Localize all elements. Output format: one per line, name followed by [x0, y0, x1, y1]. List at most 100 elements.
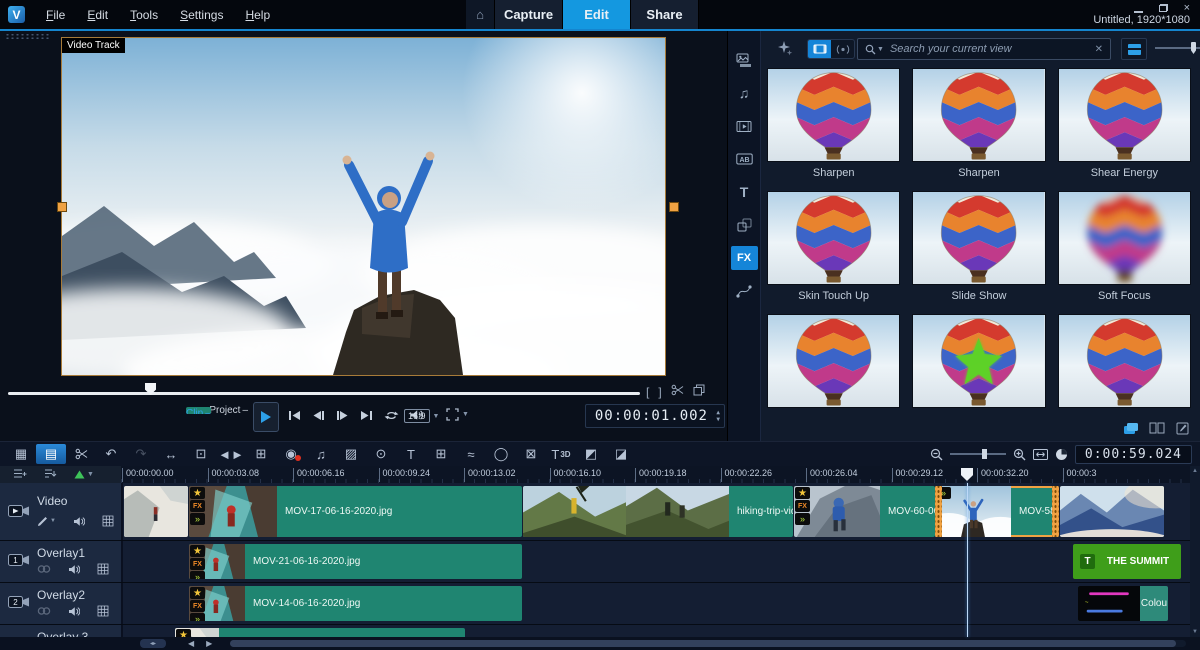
repeat-button[interactable]: [384, 410, 399, 421]
clip-mov-14-06-16-2020-jpg[interactable]: ★FX»MOV-14-06-16-2020.jpg: [189, 586, 522, 621]
edit-pencil-icon[interactable]: ▼: [37, 516, 56, 527]
hscroll-thumb[interactable]: [230, 640, 1176, 647]
track-lane-overlay-3[interactable]: ★: [123, 625, 1190, 637]
effect-item-8[interactable]: [1058, 314, 1191, 410]
effect-sharpen[interactable]: Sharpen: [767, 68, 900, 183]
mute-speaker-icon[interactable]: [68, 564, 80, 575]
clip-bluemist[interactable]: [1060, 486, 1164, 537]
split-clip-button[interactable]: ◄►: [216, 444, 246, 464]
ripple-edit-button[interactable]: ↔: [156, 444, 186, 464]
track-header-video[interactable]: Video▼: [0, 483, 123, 540]
clip-colou[interactable]: ~Colou: [1078, 586, 1168, 621]
clear-search-icon[interactable]: ✕: [1095, 44, 1103, 55]
scroll-left-icon[interactable]: ◀: [188, 639, 194, 648]
clip-mode-button[interactable]: Clip: [186, 407, 211, 414]
mask-creator-button[interactable]: ◩: [576, 444, 606, 464]
library-category-overlay-icon[interactable]: [731, 213, 758, 237]
title-options-button[interactable]: T: [396, 444, 426, 464]
jump-end-button[interactable]: [360, 410, 373, 421]
effect-sharpen[interactable]: Sharpen: [912, 68, 1045, 183]
motion-tracking-button[interactable]: ⊙: [366, 444, 396, 464]
playhead-line[interactable]: [967, 483, 968, 637]
minimize-icon[interactable]: [1134, 3, 1143, 13]
effect-item-7[interactable]: [912, 314, 1045, 410]
effect-slide-show[interactable]: Slide Show: [912, 191, 1045, 306]
track-header-overlay2[interactable]: 2Overlay2: [0, 583, 123, 624]
smart-effect-icon[interactable]: [777, 40, 793, 61]
clip-mov-21-06-16-2020-jpg[interactable]: ★FX»MOV-21-06-16-2020.jpg: [189, 544, 522, 579]
subtitle-editor-button[interactable]: ▨: [336, 444, 366, 464]
pan-zoom-button[interactable]: ⊡: [186, 444, 216, 464]
mute-speaker-icon[interactable]: [73, 516, 85, 527]
hscroll-track[interactable]: [230, 640, 1186, 647]
track-lane-video[interactable]: ★FX»MOV-17-06-16-2020.jpghiking-trip-vid…: [123, 483, 1190, 540]
menu-file[interactable]: File: [35, 3, 76, 27]
library-category-fx-icon[interactable]: FX: [731, 246, 758, 270]
storyboard-view-button[interactable]: ▦: [6, 444, 36, 464]
library-category-instant-project-icon[interactable]: [731, 114, 758, 138]
multicam-grid-button[interactable]: ⊞: [426, 444, 456, 464]
timecode-stepper[interactable]: ▲▼: [716, 409, 721, 423]
mute-speaker-icon[interactable]: [68, 606, 80, 617]
enlarge-icon[interactable]: [693, 384, 705, 399]
3d-title-button[interactable]: T3D: [546, 444, 576, 464]
scroll-right-icon[interactable]: ▶: [206, 639, 212, 648]
tab-share[interactable]: Share: [631, 0, 699, 29]
aspect-ratio-button[interactable]: 16:9▼: [404, 409, 439, 423]
resize-handle-left[interactable]: [57, 202, 67, 212]
thumbnail-size-slider[interactable]: [1155, 47, 1200, 49]
clip-hiking-trip-video[interactable]: hiking-trip-video: [523, 486, 793, 537]
effect-item-6[interactable]: [767, 314, 900, 410]
timeline-zoom-slider[interactable]: [950, 453, 1006, 455]
effects-wand-button[interactable]: ≈: [456, 444, 486, 464]
playhead-marker[interactable]: [961, 468, 973, 481]
track-header-overlay-3[interactable]: 3Overlay 3: [0, 625, 123, 637]
timeline-timescale[interactable]: 00:00:00.0000:00:03.0800:00:06.1600:00:0…: [121, 466, 1190, 483]
preview-timecode[interactable]: 00:00:01.002 ▲▼: [585, 404, 725, 428]
menu-edit[interactable]: Edit: [76, 3, 119, 27]
track-swap-icon[interactable]: [44, 466, 57, 484]
menu-settings[interactable]: Settings: [169, 3, 234, 27]
library-category-audio-icon[interactable]: ♫: [731, 81, 758, 105]
zoom-in-icon[interactable]: [1013, 448, 1026, 461]
effect-shear-energy[interactable]: Shear Energy: [1058, 68, 1191, 183]
track-header-overlay1[interactable]: 1Overlay1: [0, 541, 123, 582]
capture-frame-button[interactable]: ▼: [446, 408, 469, 421]
tab-capture[interactable]: Capture: [495, 0, 563, 29]
search-icon[interactable]: ▼: [865, 44, 884, 55]
effect-soft-focus[interactable]: Soft Focus: [1058, 191, 1191, 306]
search-input[interactable]: [888, 42, 1095, 56]
fit-timeline-button[interactable]: ◂▸: [140, 639, 166, 648]
timeline-view-button[interactable]: ▤: [36, 444, 66, 464]
track-lane-overlay2[interactable]: ★FX»MOV-14-06-16-2020.jpg ~Colou: [123, 583, 1190, 624]
trim-handle-left[interactable]: [935, 486, 942, 537]
scrubber-pin[interactable]: [145, 383, 156, 395]
menu-help[interactable]: Help: [234, 3, 281, 27]
add-track-button[interactable]: ▼: [74, 470, 94, 479]
smart-trim-tools-button[interactable]: [66, 444, 96, 464]
clip-mov-58-06[interactable]: »MOV-58-06: [935, 486, 1059, 537]
zoom-out-icon[interactable]: [930, 448, 943, 461]
mosaic-grid-icon[interactable]: [97, 605, 109, 617]
split-scissors-icon[interactable]: [671, 384, 684, 399]
library-category-media-icon[interactable]: [731, 48, 758, 72]
clip-the-summit[interactable]: TTHE SUMMIT: [1073, 544, 1181, 579]
trim-handle-right[interactable]: [1052, 486, 1059, 537]
previous-frame-button[interactable]: [312, 410, 325, 421]
clip-snow[interactable]: ★: [175, 628, 465, 637]
group-objects-button[interactable]: ⊠: [516, 444, 546, 464]
gallery-view-icon[interactable]: [1122, 421, 1139, 435]
resize-crop-button[interactable]: ⊞: [246, 444, 276, 464]
preview-scrubber[interactable]: [8, 392, 640, 395]
mark-out-icon[interactable]: ]: [658, 385, 661, 399]
link-icon[interactable]: [37, 606, 51, 616]
clip-mov-60-06[interactable]: ★FX»MOV-60-06-: [794, 486, 935, 537]
track-manager-icon[interactable]: [13, 466, 27, 484]
library-category-title-icon[interactable]: T: [731, 180, 758, 204]
close-icon[interactable]: ×: [1184, 3, 1190, 13]
jump-start-button[interactable]: [288, 410, 301, 421]
clip-snow[interactable]: [124, 486, 188, 537]
next-frame-button[interactable]: [336, 410, 349, 421]
menu-tools[interactable]: Tools: [119, 3, 169, 27]
effect-skin-touch-up[interactable]: Skin Touch Up: [767, 191, 900, 306]
